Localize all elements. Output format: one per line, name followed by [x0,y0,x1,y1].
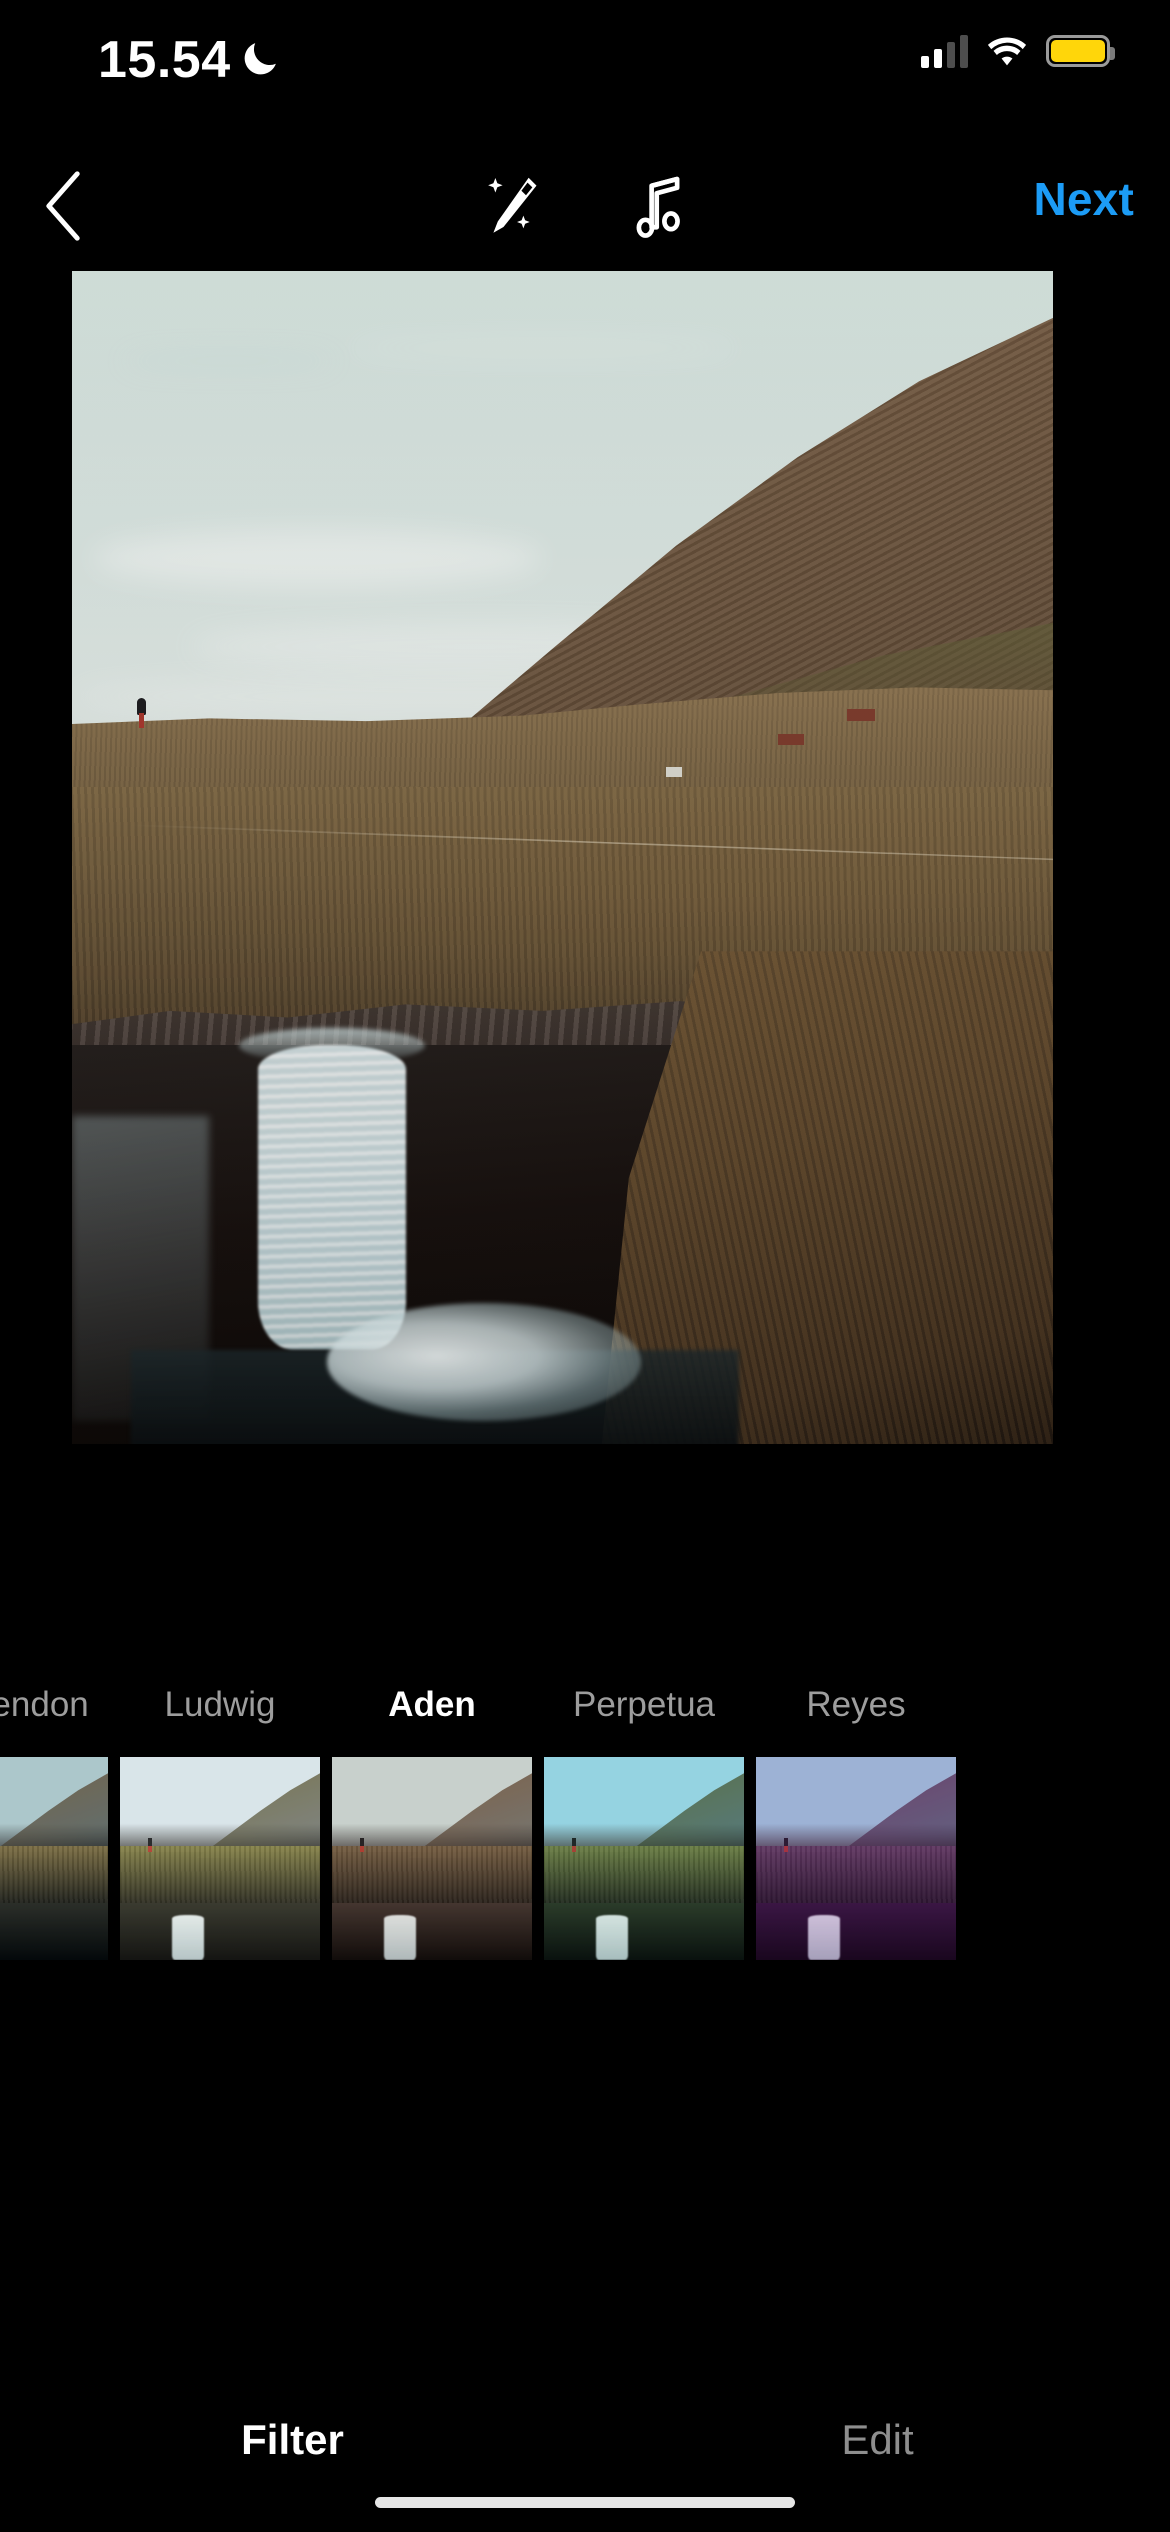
photo-cabin [665,767,682,778]
filter-label-reyes[interactable]: Reyes [756,1685,956,1725]
nav-bar: Next [0,150,1170,260]
filter-label-perpetua[interactable]: Perpetua [544,1685,744,1725]
photo-splash [327,1303,641,1421]
tab-filter[interactable]: Filter [0,2400,585,2480]
cloud [121,355,337,367]
filter-label-aden[interactable]: Aden [332,1685,532,1725]
photo-preview[interactable] [72,271,1053,1444]
photo-hiker-legs [138,712,144,728]
photo-waterfall [258,1045,406,1351]
battery-cap [1110,47,1115,60]
photo-hiker [136,697,146,728]
chevron-left-icon [46,171,80,241]
status-bar-indicators [921,34,1115,68]
thumb-grade [120,1757,320,1960]
wifi-icon [987,37,1027,66]
home-indicator[interactable] [375,2497,795,2508]
back-button[interactable] [22,164,106,248]
music-button[interactable] [616,164,700,248]
thumb-grade [0,1757,108,1960]
filter-thumbnail-perpetua[interactable] [544,1757,744,1960]
photo-cabin [846,708,875,721]
waterfall-landscape-photo [72,271,1053,1444]
thumb-grade [332,1757,532,1960]
moon-icon [244,43,276,75]
photo-cabin [778,734,805,746]
filter-label-ludwig[interactable]: Ludwig [120,1685,320,1725]
thumb-grade [756,1757,956,1960]
battery-icon [1046,35,1115,67]
tab-edit[interactable]: Edit [585,2400,1170,2480]
magic-wand-button[interactable] [470,164,554,248]
status-bar: 15.54 [0,0,1170,132]
cellular-bars-icon [921,34,968,68]
cloud [346,341,740,356]
instagram-photo-editor-screen: 15.54 Next endon Ludwig Aden Perpetua Re… [0,0,1170,2532]
status-bar-time: 15.54 [98,31,231,89]
filter-thumbnail-aden[interactable] [332,1757,532,1960]
music-note-icon [636,176,680,238]
nav-center-actions [470,164,700,248]
battery-fill [1051,40,1105,62]
filter-thumbnail-reyes[interactable] [756,1757,956,1960]
next-button[interactable]: Next [1033,172,1134,226]
filter-thumbnail-strip[interactable] [0,1757,1170,1960]
filter-thumbnail-clarendon[interactable] [0,1757,108,1960]
filter-name-row: Clarendon Ludwig Aden Perpetua Reyes [0,1685,1170,1755]
bottom-tab-bar: Filter Edit [0,2400,1170,2480]
cloud [91,529,543,588]
filter-thumbnail-ludwig[interactable] [120,1757,320,1960]
filter-label-clarendon[interactable]: Clarendon [0,1685,108,1725]
magic-wand-icon [488,177,537,233]
thumb-grade [544,1757,744,1960]
